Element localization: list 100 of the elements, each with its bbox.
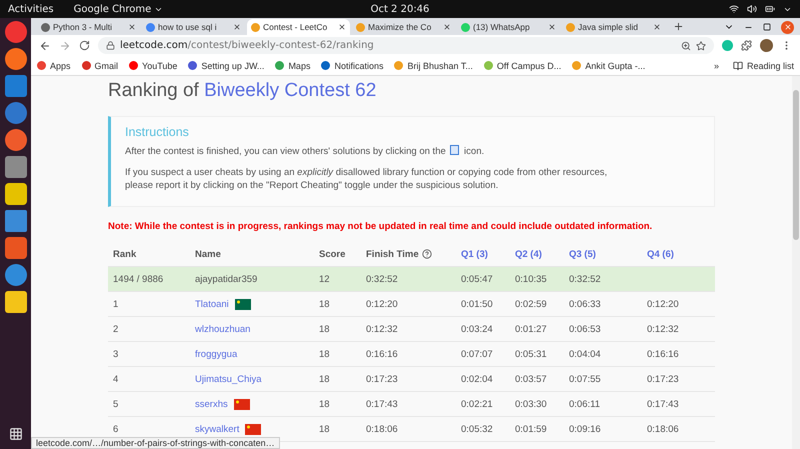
app-icon[interactable] bbox=[4, 156, 26, 178]
table-cell-text: 18 bbox=[319, 398, 331, 410]
user-name[interactable]: wlzhouzhuan bbox=[195, 324, 250, 334]
table-cell-text: 0:02:59 bbox=[515, 298, 548, 310]
table-cell-text: 0:03:30 bbox=[515, 398, 548, 410]
maximize-icon[interactable] bbox=[763, 23, 771, 31]
table-cell-text: 0:12:32 bbox=[366, 324, 399, 334]
profile-avatar[interactable] bbox=[760, 39, 773, 52]
column-header[interactable]: Q3 (5) bbox=[569, 248, 647, 260]
activities-button[interactable]: Activities bbox=[8, 4, 54, 14]
table-cell-text: 1 bbox=[113, 298, 120, 310]
user-name[interactable]: Tlatoani bbox=[195, 298, 229, 310]
contest-link[interactable]: Biweekly Contest 62 bbox=[204, 80, 376, 101]
extensions-icon[interactable] bbox=[741, 40, 752, 51]
browser-tab[interactable]: Java simple slid bbox=[562, 19, 665, 35]
app-icon[interactable] bbox=[4, 291, 26, 313]
address-bar[interactable]: leetcode.com/contest/biweekly-contest-62/ranking bbox=[98, 37, 714, 54]
reload-icon[interactable] bbox=[79, 40, 90, 51]
close-icon[interactable] bbox=[548, 23, 556, 31]
column-header[interactable]: Q4 (6) bbox=[647, 248, 720, 260]
table-cell-text: 0:17:23 bbox=[366, 374, 399, 384]
bookmark[interactable]: Apps bbox=[37, 60, 71, 70]
table-cell-text: 0:03:24 bbox=[461, 324, 494, 334]
table-cell-text: 0:07:07 bbox=[461, 348, 494, 360]
back-icon[interactable] bbox=[39, 40, 51, 52]
table-cell-text: 1494 / 9886 bbox=[113, 274, 164, 284]
bookmark[interactable]: Gmail bbox=[82, 60, 118, 70]
column-header: Name bbox=[195, 248, 222, 260]
table-cell-text: 0:32:52 bbox=[366, 274, 399, 284]
user-name[interactable]: Ujimatsu_Chiya bbox=[195, 374, 262, 384]
table-cell-text: 0:18:06 bbox=[647, 424, 680, 434]
app-icon[interactable] bbox=[4, 48, 26, 70]
table-cell-text: 0:17:23 bbox=[647, 374, 680, 384]
bookmark[interactable]: Ankit Gupta -... bbox=[572, 60, 646, 70]
table-cell-text: 18 bbox=[319, 348, 331, 360]
reading-list-button[interactable]: Reading list bbox=[732, 60, 794, 70]
app-icon[interactable] bbox=[4, 129, 26, 151]
table-cell-text: 18 bbox=[319, 424, 331, 434]
bookmark[interactable]: Maps bbox=[275, 60, 310, 70]
lock-icon bbox=[106, 41, 115, 50]
volume-icon[interactable] bbox=[747, 4, 757, 14]
table-cell-text: 4 bbox=[113, 374, 120, 384]
table-cell-text: 0:12:20 bbox=[366, 298, 399, 310]
close-icon[interactable] bbox=[338, 23, 346, 31]
browser-tab[interactable]: Maximize the Co bbox=[352, 19, 455, 35]
bookmark[interactable]: Brij Bhushan T... bbox=[394, 60, 473, 70]
user-name[interactable]: sserxhs bbox=[195, 398, 228, 410]
close-icon[interactable] bbox=[443, 23, 451, 31]
browser-tab[interactable]: Python 3 - Multi bbox=[37, 19, 140, 35]
zoom-icon[interactable] bbox=[681, 40, 691, 50]
column-header: Score bbox=[319, 248, 346, 260]
new-tab-icon[interactable] bbox=[673, 21, 684, 32]
book-icon bbox=[732, 60, 743, 70]
table-cell-text: 0:01:27 bbox=[515, 324, 548, 334]
table-cell-text: 0:32:52 bbox=[569, 274, 602, 284]
battery-icon[interactable] bbox=[765, 4, 775, 14]
table-cell-text: 0:07:55 bbox=[569, 374, 602, 384]
table-cell-text: 0:17:43 bbox=[366, 398, 399, 410]
column-header: Rank bbox=[113, 248, 138, 260]
close-icon[interactable] bbox=[653, 23, 661, 31]
bookmark[interactable]: YouTube bbox=[129, 60, 178, 70]
table-cell-text: 0:12:32 bbox=[647, 324, 680, 334]
more-bookmarks-button[interactable]: » bbox=[714, 60, 719, 70]
user-name[interactable]: froggygua bbox=[195, 348, 238, 360]
bookmark[interactable]: Notifications bbox=[321, 60, 384, 70]
browser-tab[interactable]: (13) WhatsApp bbox=[457, 19, 560, 35]
close-icon[interactable] bbox=[128, 23, 136, 31]
note-text: Note: While the contest is in progress, rankings may not be updated in real time and could include outdated information. bbox=[108, 221, 654, 232]
app-icon[interactable] bbox=[4, 210, 26, 232]
scrollbar-thumb[interactable] bbox=[793, 90, 799, 240]
user-name[interactable]: skywalkert bbox=[195, 424, 240, 434]
table-cell-text: 0:04:04 bbox=[569, 348, 602, 360]
table-cell-text: 3 bbox=[113, 348, 120, 360]
table-cell-text: 6 bbox=[113, 424, 120, 434]
bookmark[interactable]: Off Campus D... bbox=[484, 60, 562, 70]
table-cell-text: 0:03:57 bbox=[515, 374, 548, 384]
table-cell-text: 18 bbox=[319, 298, 331, 310]
wifi-icon[interactable] bbox=[729, 4, 739, 14]
browser-tab[interactable]: Contest - LeetCo bbox=[247, 19, 350, 35]
bookmark[interactable]: Setting up JW... bbox=[188, 60, 264, 70]
table-cell-text: 0:16:16 bbox=[647, 348, 680, 360]
column-header[interactable]: Q2 (4) bbox=[515, 248, 569, 260]
table-cell-text: 18 bbox=[319, 324, 331, 334]
bookmark-star-icon[interactable] bbox=[696, 40, 706, 50]
clock[interactable]: Oct 2 20:46 bbox=[370, 4, 430, 14]
table-cell-text: 0:12:20 bbox=[647, 298, 680, 310]
browser-tab[interactable]: how to use sql i bbox=[142, 19, 245, 35]
app-menu[interactable]: Google Chrome bbox=[74, 4, 164, 14]
app-icon[interactable] bbox=[4, 183, 26, 205]
help-icon[interactable] bbox=[422, 249, 432, 259]
column-header[interactable]: Q1 (3) bbox=[461, 248, 515, 260]
user-name[interactable]: ajaypatidar359 bbox=[195, 274, 258, 284]
app-icon[interactable] bbox=[4, 21, 26, 43]
app-icon[interactable] bbox=[4, 237, 26, 259]
table-cell-text: 0:06:33 bbox=[569, 298, 602, 310]
app-grid-icon[interactable] bbox=[8, 427, 22, 441]
table-cell-text: 0:16:16 bbox=[366, 348, 399, 360]
table-cell-text: 0:10:35 bbox=[515, 274, 548, 284]
close-icon[interactable] bbox=[233, 23, 241, 31]
app-icon[interactable] bbox=[4, 264, 26, 286]
